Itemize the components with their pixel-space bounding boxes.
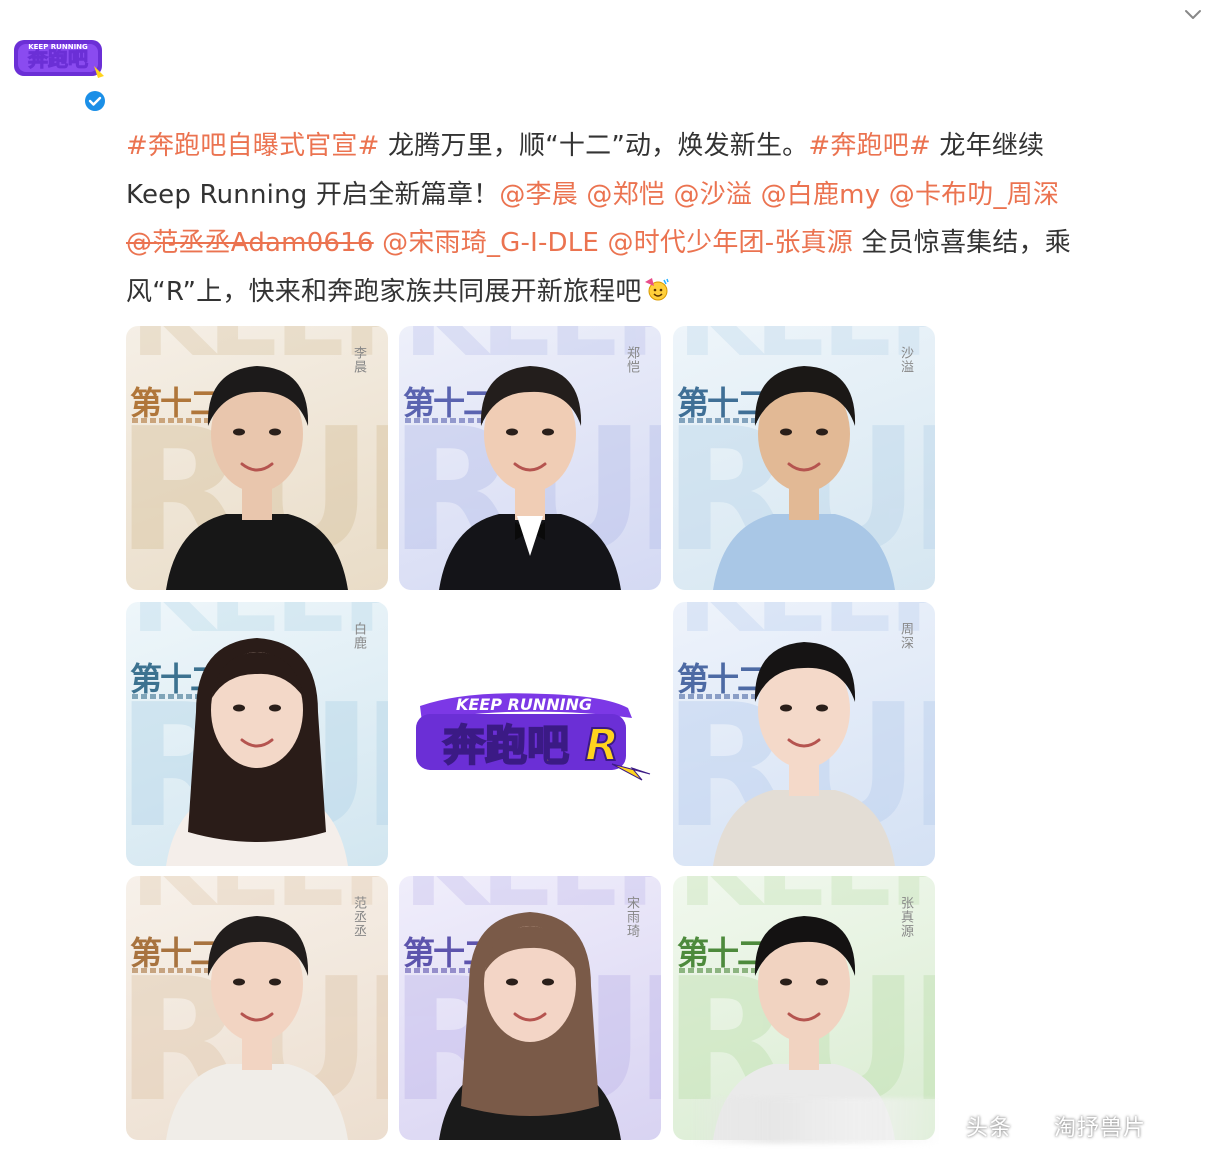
post-text-segment: 风“R”上，快来和奔跑家族共同展开新旅程吧 <box>126 276 642 307</box>
cast-photo-tile[interactable]: KEEPRUNN第十二季沙溢 <box>673 326 935 590</box>
post-line: Keep Running 开启全新篇章！@李晨 @郑恺 @沙溢 @白鹿my @卡… <box>126 171 1206 220</box>
cast-photo-tile[interactable]: KEEPRUNN第十二季宋雨琦 <box>399 876 661 1140</box>
post-text-segment: Keep Running 开启全新篇章！ <box>126 179 500 210</box>
mention-link[interactable]: @沙溢 <box>673 180 752 210</box>
center-show-logo[interactable]: KEEP RUNNING 奔跑吧 R <box>406 688 656 784</box>
hashtag-link[interactable]: #奔跑吧自曝式官宣# <box>126 131 380 161</box>
toutiao-logo-icon <box>1023 1118 1044 1138</box>
post-text-segment <box>374 228 382 258</box>
avatar-logo-top-text: KEEP RUNNING <box>28 43 88 51</box>
chevron-down-icon <box>1185 10 1201 19</box>
post-line: #奔跑吧自曝式官宣# 龙腾万里，顺“十二”动，焕发新生。#奔跑吧# 龙年继续 <box>126 122 1206 171</box>
keep-running-logo-icon: KEEP RUNNING 奔跑吧 R <box>416 693 651 781</box>
mention-link[interactable]: @白鹿my <box>761 180 881 210</box>
mention-link[interactable]: @宋雨琦_G-I-DLE <box>382 228 599 258</box>
post-line: 风“R”上，快来和奔跑家族共同展开新旅程吧 <box>126 268 1206 317</box>
post-text-segment <box>752 180 760 210</box>
watermark-left-text: 头条 <box>966 1116 1013 1141</box>
post-text: #奔跑吧自曝式官宣# 龙腾万里，顺“十二”动，焕发新生。#奔跑吧# 龙年继续 Ke… <box>126 122 1206 316</box>
cast-portrait-icon <box>713 642 895 866</box>
watermark-right-text: 淘抒兽片 <box>1054 1116 1147 1141</box>
post-text-segment: 龙年继续 <box>930 131 1045 161</box>
mention-link[interactable]: @李晨 <box>499 180 578 210</box>
post-text-segment: 龙腾万里，顺“十二”动，焕发新生。 <box>379 131 809 161</box>
account-avatar[interactable]: 奔跑吧 KEEP RUNNING <box>4 6 112 114</box>
verified-badge-icon <box>85 91 105 111</box>
party-emoji-icon <box>644 277 669 300</box>
cast-portrait-icon <box>713 366 895 590</box>
post-text-segment <box>599 228 607 258</box>
post-text-segment <box>880 180 888 210</box>
hashtag-link[interactable]: #奔跑吧# <box>808 131 931 161</box>
mention-link[interactable]: @郑恺 <box>586 180 665 210</box>
post-text-segment: 全员惊喜集结，乘 <box>852 228 1071 258</box>
cast-portrait-icon <box>439 912 621 1140</box>
cast-photo-tile[interactable]: KEEPRUNN第十二季范丞丞 <box>126 876 388 1140</box>
cast-portrait-icon <box>166 366 348 590</box>
show-logo-icon: 奔跑吧 KEEP RUNNING <box>14 40 104 78</box>
cast-photo-tile[interactable]: KEEPRUNN第十二季白鹿 <box>126 602 388 866</box>
watermark: 头条 淘抒兽片 <box>966 1110 1146 1142</box>
cast-portrait-icon <box>439 366 621 590</box>
watermark-blur <box>690 1098 940 1144</box>
center-logo-top-text: KEEP RUNNING <box>456 695 592 714</box>
mention-link[interactable]: @时代少年团-张真源 <box>608 228 853 258</box>
center-logo-letter: R <box>585 720 619 771</box>
cast-portrait-icon <box>166 638 348 866</box>
center-logo-main-text: 奔跑吧 <box>443 721 569 770</box>
cast-portrait-icon <box>166 916 348 1140</box>
verified-badge <box>82 88 108 114</box>
mention-link[interactable]: @范丞丞Adam0616 <box>126 228 374 258</box>
mention-link[interactable]: @卡布叻_周深 <box>889 180 1059 210</box>
post-line: @范丞丞Adam0616 @宋雨琦_G-I-DLE @时代少年团-张真源 全员惊… <box>126 219 1206 268</box>
cast-photo-tile[interactable]: KEEPRUNN第十二季郑恺 <box>399 326 661 590</box>
post-menu-button[interactable] <box>1182 4 1204 26</box>
cast-photo-tile[interactable]: KEEPRUNN第十二季李晨 <box>126 326 388 590</box>
cast-photo-tile[interactable]: KEEPRUNN第十二季周深 <box>673 602 935 866</box>
